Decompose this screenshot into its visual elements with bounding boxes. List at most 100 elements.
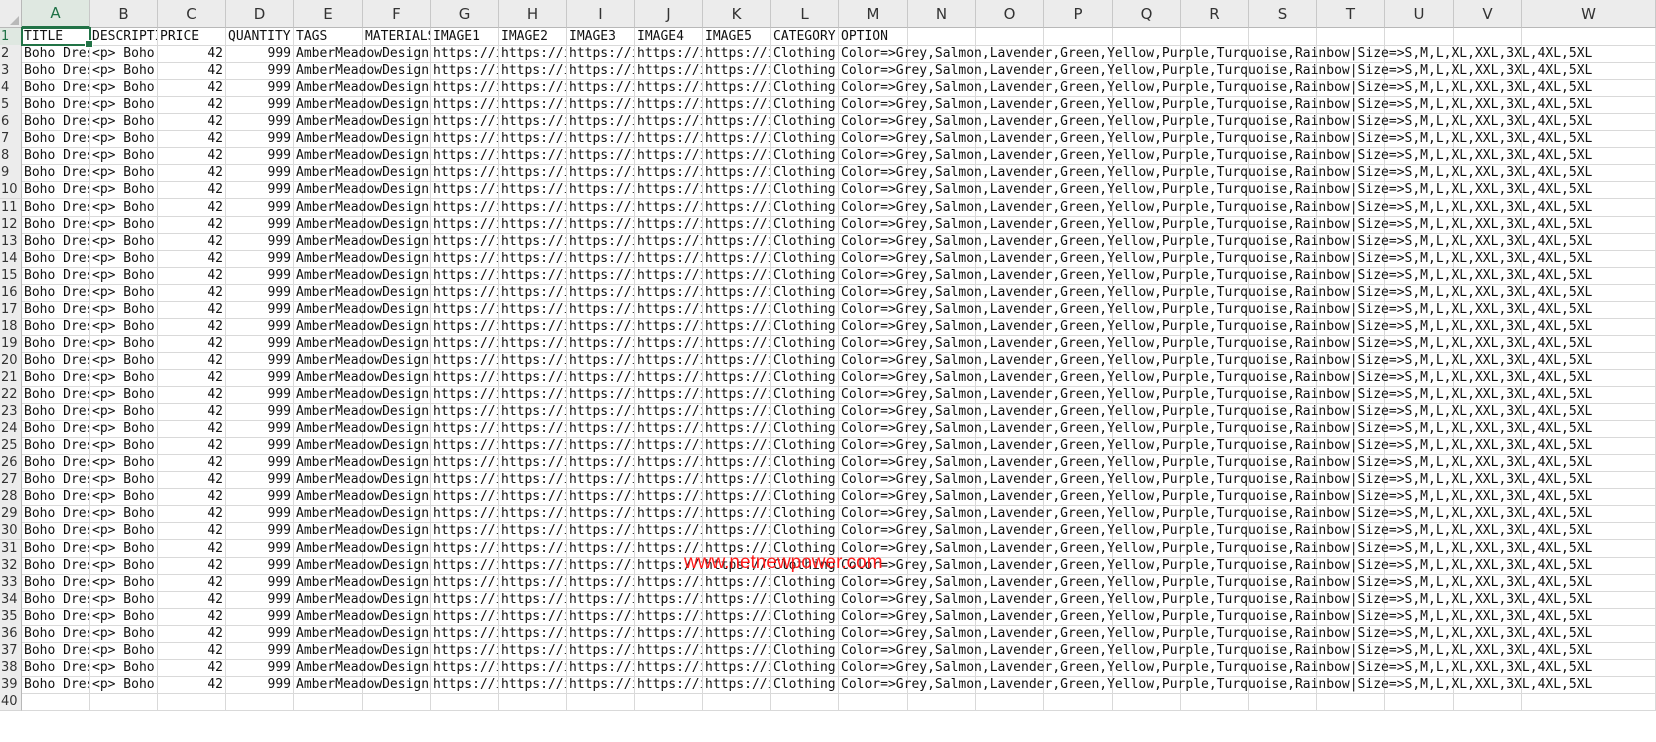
cell-f[interactable] [363, 130, 431, 149]
cell-d[interactable]: 999 [226, 641, 294, 660]
cell-l[interactable]: Clothing [771, 658, 839, 677]
cell-e[interactable]: AmberMeadowDesign [294, 334, 429, 353]
cell-g[interactable]: https://ih [431, 351, 499, 370]
cell-b[interactable]: <p> Boho [90, 300, 158, 319]
cell-d[interactable]: 999 [226, 79, 294, 98]
cell-d[interactable]: 999 [226, 232, 294, 251]
cell-d[interactable]: 999 [226, 266, 294, 285]
cell-d[interactable]: 999 [226, 386, 294, 405]
cell-a[interactable]: Boho Dress [22, 283, 90, 302]
cell-k[interactable]: https://i [703, 420, 771, 439]
cell-c[interactable]: 42 [158, 96, 226, 115]
cell-k[interactable]: https://i [703, 96, 771, 115]
cell-a[interactable]: Boho Dress [22, 403, 90, 422]
row-header-16[interactable]: 16 [0, 283, 22, 302]
cell-d[interactable]: 999 [226, 147, 294, 166]
cell-j[interactable]: https://ih [635, 539, 703, 558]
cell-i[interactable]: https://ih [567, 96, 635, 115]
cell-a[interactable]: Boho Dress [22, 454, 90, 473]
row-header-30[interactable]: 30 [0, 522, 22, 541]
column-header-r[interactable]: R [1181, 0, 1249, 28]
cell-d[interactable]: 999 [226, 539, 294, 558]
cell-a[interactable]: Boho Dress [22, 590, 90, 609]
cell-d[interactable]: 999 [226, 454, 294, 473]
cell-m[interactable]: Color=>Grey,Salmon,Lavender,Green,Yellow… [839, 573, 1592, 592]
cell-i[interactable]: https://ih [567, 556, 635, 575]
cell-g[interactable]: https://ih [431, 522, 499, 541]
cell-m[interactable]: Color=>Grey,Salmon,Lavender,Green,Yellow… [839, 232, 1592, 251]
cell-e[interactable]: AmberMeadowDesign [294, 147, 429, 166]
header-cell-r[interactable] [1181, 28, 1249, 46]
cell-j[interactable]: https://ih [635, 232, 703, 251]
cell-m[interactable]: Color=>Grey,Salmon,Lavender,Green,Yellow… [839, 62, 1592, 81]
cell-l[interactable]: Clothing [771, 130, 839, 149]
column-header-l[interactable]: L [771, 0, 839, 28]
cell-l[interactable] [771, 692, 839, 711]
cell-f[interactable] [363, 45, 431, 64]
cell-i[interactable]: https://ih [567, 488, 635, 507]
row-header-5[interactable]: 5 [0, 96, 22, 115]
cell-e[interactable]: AmberMeadowDesign [294, 266, 429, 285]
cell-f[interactable] [363, 351, 431, 370]
cell-h[interactable]: https://ih [499, 658, 567, 677]
row-header-7[interactable]: 7 [0, 130, 22, 149]
cell-d[interactable]: 999 [226, 198, 294, 217]
cell-m[interactable]: Color=>Grey,Salmon,Lavender,Green,Yellow… [839, 249, 1592, 268]
cell-i[interactable]: https://ih [567, 300, 635, 319]
cell-c[interactable]: 42 [158, 522, 226, 541]
row-header-20[interactable]: 20 [0, 351, 22, 370]
cell-c[interactable]: 42 [158, 283, 226, 302]
cell-b[interactable]: <p> Boho [90, 130, 158, 149]
cell-j[interactable]: https://ih [635, 641, 703, 660]
cell-i[interactable]: https://ih [567, 454, 635, 473]
cell-h[interactable]: https://ih [499, 147, 567, 166]
header-cell-s[interactable] [1249, 28, 1317, 46]
cell-c[interactable]: 42 [158, 232, 226, 251]
cell-f[interactable] [363, 556, 431, 575]
cell-e[interactable]: AmberMeadowDesign [294, 675, 429, 694]
cell-b[interactable]: <p> Boho [90, 403, 158, 422]
cell-e[interactable]: AmberMeadowDesign [294, 403, 429, 422]
cell-e[interactable]: AmberMeadowDesign [294, 573, 429, 592]
cell-e[interactable]: AmberMeadowDesign [294, 658, 429, 677]
row-header-24[interactable]: 24 [0, 420, 22, 439]
cell-g[interactable]: https://ih [431, 283, 499, 302]
cell-d[interactable]: 999 [226, 62, 294, 81]
cell-b[interactable]: <p> Boho [90, 215, 158, 234]
cell-a[interactable]: Boho Dress [22, 181, 90, 200]
cell-b[interactable]: <p> Boho [90, 334, 158, 353]
header-cell-g[interactable]: IMAGE1 [431, 28, 499, 46]
cell-f[interactable] [363, 403, 431, 422]
cell-c[interactable]: 42 [158, 454, 226, 473]
cell-a[interactable]: Boho Dress [22, 556, 90, 575]
cell-k[interactable]: https://i [703, 522, 771, 541]
cell-i[interactable]: https://ih [567, 62, 635, 81]
cell-e[interactable]: AmberMeadowDesign [294, 471, 429, 490]
cell-b[interactable]: <p> Boho [90, 420, 158, 439]
row-header-38[interactable]: 38 [0, 658, 22, 677]
cell-m[interactable]: Color=>Grey,Salmon,Lavender,Green,Yellow… [839, 215, 1592, 234]
cell-j[interactable]: https://ih [635, 249, 703, 268]
cell-b[interactable]: <p> Boho [90, 522, 158, 541]
cell-q[interactable] [1113, 692, 1181, 711]
cell-f[interactable] [363, 420, 431, 439]
header-cell-m[interactable]: OPTION [839, 28, 908, 46]
cell-i[interactable]: https://ih [567, 522, 635, 541]
cell-c[interactable]: 42 [158, 590, 226, 609]
cell-h[interactable]: https://ih [499, 334, 567, 353]
cell-f[interactable] [363, 590, 431, 609]
cell-c[interactable]: 42 [158, 334, 226, 353]
cell-l[interactable]: Clothing [771, 164, 839, 183]
cell-j[interactable]: https://ih [635, 334, 703, 353]
cell-d[interactable]: 999 [226, 488, 294, 507]
cell-c[interactable]: 42 [158, 437, 226, 456]
cell-f[interactable] [363, 539, 431, 558]
cell-j[interactable]: https://ih [635, 624, 703, 643]
cell-e[interactable]: AmberMeadowDesign [294, 386, 429, 405]
cell-i[interactable] [567, 692, 635, 711]
cell-f[interactable] [363, 675, 431, 694]
cell-f[interactable] [363, 181, 431, 200]
cell-g[interactable]: https://ih [431, 556, 499, 575]
cell-b[interactable]: <p> Boho [90, 79, 158, 98]
cell-d[interactable]: 999 [226, 403, 294, 422]
